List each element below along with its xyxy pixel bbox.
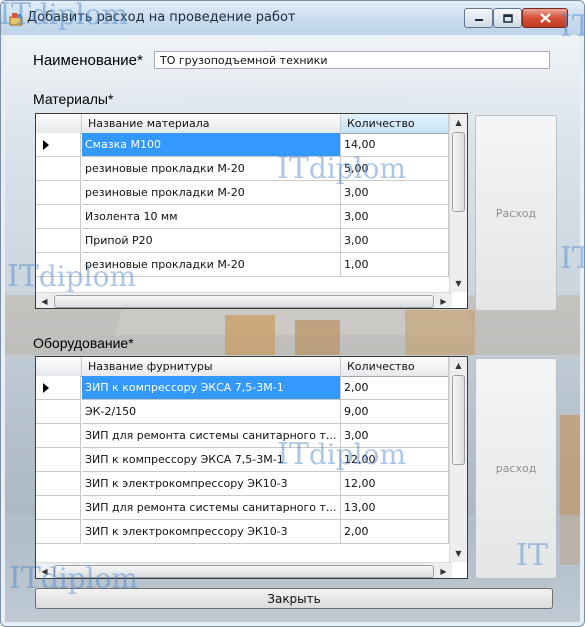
cell-name[interactable]: ЭК-2/150 [82, 400, 341, 424]
close-window-button[interactable] [522, 8, 568, 28]
table-row[interactable]: ЗИП к электрокомпрессору ЭК10-3 12,00 [36, 472, 452, 496]
cell-name[interactable]: резиновые прокладки М-20 [82, 253, 341, 277]
materials-hscroll-thumb[interactable] [54, 295, 434, 308]
scroll-up-icon[interactable]: ▲ [450, 114, 467, 131]
cell-quantity[interactable]: 3,00 [341, 229, 449, 253]
equipment-header: Название фурнитуры Количество [36, 357, 452, 377]
cell-name[interactable]: ЗИП к компрессору ЭКСА 7,5-3М-1 [82, 376, 341, 400]
cell-quantity[interactable]: 2,00 [341, 376, 449, 400]
table-row[interactable]: Смазка М100 14,00 [36, 133, 452, 157]
scroll-right-icon[interactable]: ▶ [435, 563, 452, 578]
cell-name[interactable]: резиновые прокладки М-20 [82, 157, 341, 181]
materials-grid[interactable]: Название материала Количество Смазка М10… [35, 113, 468, 309]
table-row[interactable]: резиновые прокладки М-20 1,00 [36, 253, 452, 277]
cell-name[interactable]: ЗИП к электрокомпрессору ЭК10-3 [82, 520, 341, 544]
table-row[interactable]: ЗИП для ремонта системы санитарного т...… [36, 496, 452, 520]
cell-quantity[interactable]: 3,00 [341, 181, 449, 205]
window-title: Добавить расход на проведение работ [27, 10, 296, 25]
close-icon [539, 13, 551, 23]
table-row[interactable]: ЗИП к компрессору ЭКСА 7,5-3М-1 2,00 [36, 376, 452, 400]
cell-name[interactable]: ЗИП к электрокомпрессору ЭК10-3 [82, 472, 341, 496]
cell-quantity[interactable]: 12,00 [341, 448, 449, 472]
cell-name[interactable]: ЗИП к компрессору ЭКСА 7,5-3М-1 [82, 448, 341, 472]
equipment-label: Оборудование* [33, 335, 134, 351]
cell-quantity[interactable]: 2,00 [341, 520, 449, 544]
app-icon [9, 13, 23, 26]
row-header[interactable] [36, 253, 81, 277]
row-header[interactable] [36, 400, 81, 424]
scroll-left-icon[interactable]: ◀ [36, 563, 53, 578]
row-header[interactable] [36, 448, 81, 472]
table-row[interactable]: ЗИП для ремонта системы санитарного т...… [36, 424, 452, 448]
title-bar[interactable]: Добавить расход на проведение работ [1, 1, 584, 35]
scroll-down-icon[interactable]: ▼ [450, 275, 467, 292]
cell-quantity[interactable]: 9,00 [341, 400, 449, 424]
name-label: Наименование* [33, 52, 143, 69]
materials-hscroll[interactable]: ◀ ▶ [36, 292, 452, 308]
table-row[interactable]: Изолента 10 мм 3,00 [36, 205, 452, 229]
table-row[interactable]: резиновые прокладки М-20 5,00 [36, 157, 452, 181]
row-header[interactable] [36, 157, 81, 181]
minimize-icon [474, 19, 483, 21]
equipment-hscroll-thumb[interactable] [54, 565, 434, 578]
dialog-body: Наименование* ТО грузоподъемной техники … [5, 35, 580, 622]
table-row[interactable]: резиновые прокладки М-20 3,00 [36, 181, 452, 205]
scroll-up-icon[interactable]: ▲ [450, 357, 467, 374]
materials-vscroll[interactable]: ▲ ▼ [449, 114, 467, 292]
header-corner [36, 357, 82, 376]
dialog-window: Добавить расход на проведение работ Наим… [0, 0, 585, 627]
cell-quantity[interactable]: 13,00 [341, 496, 449, 520]
equipment-hscroll[interactable]: ◀ ▶ [36, 562, 452, 578]
cell-name[interactable]: ЗИП для ремонта системы санитарного т... [82, 496, 341, 520]
row-header[interactable] [36, 205, 81, 229]
row-header[interactable] [36, 181, 81, 205]
row-header[interactable] [36, 520, 81, 544]
scroll-right-icon[interactable]: ▶ [435, 293, 452, 308]
row-header[interactable] [36, 229, 81, 253]
column-header-quantity[interactable]: Количество [341, 357, 449, 376]
cell-quantity[interactable]: 1,00 [341, 253, 449, 277]
cell-quantity[interactable]: 3,00 [341, 424, 449, 448]
scroll-left-icon[interactable]: ◀ [36, 293, 53, 308]
materials-header: Название материала Количество [36, 114, 452, 134]
row-header[interactable] [36, 133, 81, 157]
cell-name[interactable]: Припой Р20 [82, 229, 341, 253]
row-header[interactable] [36, 376, 81, 400]
cell-quantity[interactable]: 3,00 [341, 205, 449, 229]
maximize-button[interactable] [493, 8, 522, 28]
row-header[interactable] [36, 424, 81, 448]
close-button[interactable]: Закрыть [35, 588, 553, 609]
equipment-expense-button[interactable]: расход [475, 358, 557, 579]
equipment-grid[interactable]: Название фурнитуры Количество ЗИП к комп… [35, 356, 468, 579]
materials-expense-button[interactable]: Расход [475, 115, 557, 311]
cell-quantity[interactable]: 14,00 [341, 133, 449, 157]
table-row[interactable]: ЗИП к электрокомпрессору ЭК10-3 2,00 [36, 520, 452, 544]
cell-name[interactable]: Смазка М100 [82, 133, 341, 157]
scroll-down-icon[interactable]: ▼ [450, 545, 467, 562]
table-row[interactable]: ЗИП к компрессору ЭКСА 7,5-3М-1 12,00 [36, 448, 452, 472]
table-row[interactable]: Припой Р20 3,00 [36, 229, 452, 253]
row-pointer-icon [43, 140, 49, 150]
cell-name[interactable]: Изолента 10 мм [82, 205, 341, 229]
maximize-icon [502, 13, 513, 23]
row-header[interactable] [36, 496, 81, 520]
row-header[interactable] [36, 472, 81, 496]
materials-label: Материалы* [33, 91, 114, 107]
cell-name[interactable]: ЗИП для ремонта системы санитарного т... [82, 424, 341, 448]
row-pointer-icon [43, 383, 49, 393]
column-header-material[interactable]: Название материала [82, 114, 341, 133]
column-header-fitting[interactable]: Название фурнитуры [82, 357, 341, 376]
column-header-quantity[interactable]: Количество [341, 114, 449, 133]
cell-quantity[interactable]: 12,00 [341, 472, 449, 496]
table-row[interactable]: ЭК-2/150 9,00 [36, 400, 452, 424]
equipment-vscroll[interactable]: ▲ ▼ [449, 357, 467, 562]
header-corner [36, 114, 82, 133]
name-field[interactable]: ТО грузоподъемной техники [154, 51, 550, 69]
equipment-vscroll-thumb[interactable] [452, 375, 465, 465]
materials-vscroll-thumb[interactable] [452, 132, 465, 212]
cell-quantity[interactable]: 5,00 [341, 157, 449, 181]
minimize-button[interactable] [464, 8, 493, 28]
cell-name[interactable]: резиновые прокладки М-20 [82, 181, 341, 205]
